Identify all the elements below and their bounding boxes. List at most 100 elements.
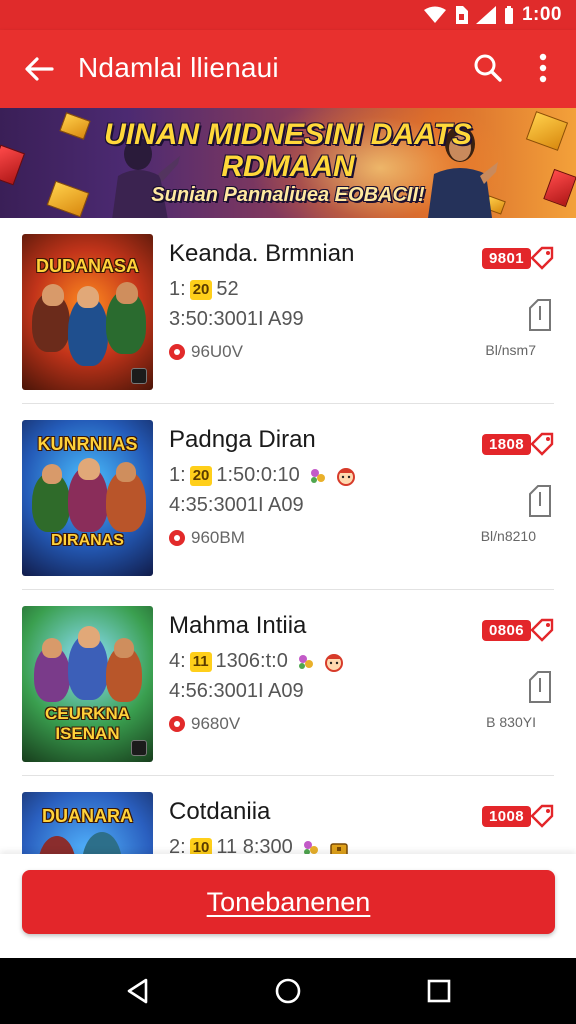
game-meta-3: 9680V bbox=[169, 714, 240, 734]
search-icon[interactable] bbox=[472, 52, 504, 84]
battery-icon bbox=[504, 6, 513, 24]
download-file-icon[interactable] bbox=[526, 484, 554, 518]
file-size: Bl/nsm7 bbox=[485, 342, 536, 358]
page-title: Ndamlai llienaui bbox=[78, 52, 279, 83]
nav-home-icon[interactable] bbox=[272, 975, 304, 1007]
meta-prefix: 4: bbox=[169, 650, 186, 672]
game-meta-1: 2: 10 11 8:300 bbox=[169, 836, 349, 854]
back-arrow-icon[interactable] bbox=[22, 52, 56, 86]
record-icon bbox=[169, 530, 185, 546]
thumbnail-title: CEURKNA bbox=[45, 704, 130, 723]
thumbnail-badge bbox=[131, 368, 147, 384]
game-meta-3: 96U0V bbox=[169, 342, 243, 362]
meta-count: 9680V bbox=[191, 714, 241, 733]
rank-badge: 10 bbox=[189, 837, 213, 854]
meta-count: 96U0V bbox=[191, 342, 243, 361]
system-nav-bar bbox=[0, 958, 576, 1024]
thumbnail-character-face bbox=[78, 458, 100, 480]
price-badge[interactable]: 9801 bbox=[482, 248, 531, 269]
thumbnail-character-face bbox=[42, 464, 62, 484]
app-screen: 1:00 Ndamlai llienaui UINAN MIDNESINI DA… bbox=[0, 0, 576, 1024]
rank-badge: 20 bbox=[189, 279, 213, 300]
banner-headline-2: RDMAAN bbox=[221, 150, 355, 183]
record-icon bbox=[169, 716, 185, 732]
list-item[interactable]: CEURKNA ISENAN Mahma Intiia 4: 11 1306:t… bbox=[0, 590, 576, 776]
flower-icon bbox=[298, 654, 313, 669]
thumbnail-character-face bbox=[116, 282, 138, 304]
download-file-icon[interactable] bbox=[526, 298, 554, 332]
game-name: Mahma Intiia bbox=[169, 612, 307, 639]
game-list: DUDANASA Keanda. Brmnian 1: 20 52 3:50:3… bbox=[0, 218, 576, 854]
banner-headline-1: UINAN MIDNESINI DAATS bbox=[104, 118, 472, 151]
list-item[interactable]: KUNRNIIAS DIRANAS Padnga Diran 1: 20 1:5… bbox=[0, 404, 576, 590]
meta-count: 960BM bbox=[191, 528, 245, 547]
nav-recents-icon[interactable] bbox=[423, 975, 455, 1007]
meta-value: 1:50:0:10 bbox=[216, 464, 300, 486]
game-meta-1: 1: 20 52 bbox=[169, 278, 239, 301]
rank-badge: 11 bbox=[189, 651, 212, 672]
game-meta-1: 1: 20 1:50:0:10 bbox=[169, 464, 356, 487]
banner-subheadline: Sunian Pannaliuea EOBACII! bbox=[151, 184, 425, 206]
game-thumbnail[interactable]: DUANARA bbox=[22, 792, 153, 854]
signal-icon bbox=[475, 6, 496, 24]
meta-value: 11 8:300 bbox=[216, 836, 293, 854]
price-badge[interactable]: 1008 bbox=[482, 806, 531, 827]
game-meta-1: 4: 11 1306:t:0 bbox=[169, 650, 344, 673]
game-name: Keanda. Brmnian bbox=[169, 240, 355, 267]
game-meta-2: 4:56:3001I A09 bbox=[169, 680, 304, 702]
price-badge[interactable]: 0806 bbox=[482, 620, 531, 641]
thumbnail-subtitle: DIRANAS bbox=[51, 532, 124, 549]
file-size: Bl/n8210 bbox=[480, 528, 536, 544]
game-thumbnail[interactable]: CEURKNA ISENAN bbox=[22, 606, 153, 762]
download-file-icon[interactable] bbox=[526, 670, 554, 704]
thumbnail-title: DUANARA bbox=[42, 806, 133, 826]
game-name: Padnga Diran bbox=[169, 426, 316, 453]
thumbnail-character-face bbox=[42, 638, 62, 658]
record-icon bbox=[169, 344, 185, 360]
game-meta-2: 3:50:3001I A99 bbox=[169, 308, 304, 330]
status-bar: 1:00 bbox=[0, 0, 576, 30]
thumbnail-title: KUNRNIIAS bbox=[37, 434, 138, 454]
thumbnail-character bbox=[82, 832, 122, 854]
app-bar: Ndamlai llienaui bbox=[0, 30, 576, 108]
thumbnail-character-face bbox=[42, 284, 64, 306]
list-item[interactable]: DUDANASA Keanda. Brmnian 1: 20 52 3:50:3… bbox=[0, 218, 576, 404]
meta-prefix: 1: bbox=[169, 464, 186, 486]
thumbnail-character-face bbox=[114, 638, 134, 658]
tag-icon[interactable] bbox=[530, 803, 556, 829]
thumbnail-character-face bbox=[78, 626, 100, 648]
meta-value: 1306:t:0 bbox=[215, 650, 288, 672]
wifi-icon bbox=[423, 6, 446, 23]
meta-prefix: 1: bbox=[169, 278, 186, 300]
nav-back-icon[interactable] bbox=[122, 975, 154, 1007]
more-vert-icon[interactable] bbox=[528, 50, 558, 86]
game-meta-3: 960BM bbox=[169, 528, 245, 548]
meta-value: 52 bbox=[216, 278, 239, 300]
tag-icon[interactable] bbox=[530, 245, 556, 271]
game-meta-2: 4:35:3001I A09 bbox=[169, 494, 304, 516]
thumbnail-badge bbox=[131, 740, 147, 756]
chest-icon bbox=[330, 842, 348, 854]
game-thumbnail[interactable]: KUNRNIIAS DIRANAS bbox=[22, 420, 153, 576]
promo-banner[interactable]: UINAN MIDNESINI DAATS RDMAAN Sunian Pann… bbox=[0, 108, 576, 218]
primary-action-label: Tonebanenen bbox=[206, 887, 371, 917]
status-time: 1:00 bbox=[521, 4, 562, 25]
flower-icon bbox=[310, 468, 325, 483]
game-thumbnail[interactable]: DUDANASA bbox=[22, 234, 153, 390]
list-item[interactable]: DUANARA Cotdaniia 2: 10 11 8:300 1008 bbox=[0, 776, 576, 854]
thumbnail-title: DUDANASA bbox=[36, 256, 139, 276]
status-icons: 1:00 bbox=[423, 4, 562, 26]
sim-icon bbox=[455, 6, 468, 24]
thumbnail-character-face bbox=[116, 462, 136, 482]
tag-icon[interactable] bbox=[530, 431, 556, 457]
primary-action-button[interactable]: Tonebanenen bbox=[22, 870, 555, 934]
tag-icon[interactable] bbox=[530, 617, 556, 643]
meta-prefix: 2: bbox=[169, 836, 186, 854]
face-icon bbox=[336, 467, 355, 486]
price-badge[interactable]: 1808 bbox=[482, 434, 531, 455]
thumbnail-character-face bbox=[77, 286, 99, 308]
rank-badge: 20 bbox=[189, 465, 213, 486]
flower-icon bbox=[303, 840, 318, 854]
game-name: Cotdaniia bbox=[169, 798, 271, 825]
file-size: B 830YI bbox=[486, 714, 536, 730]
